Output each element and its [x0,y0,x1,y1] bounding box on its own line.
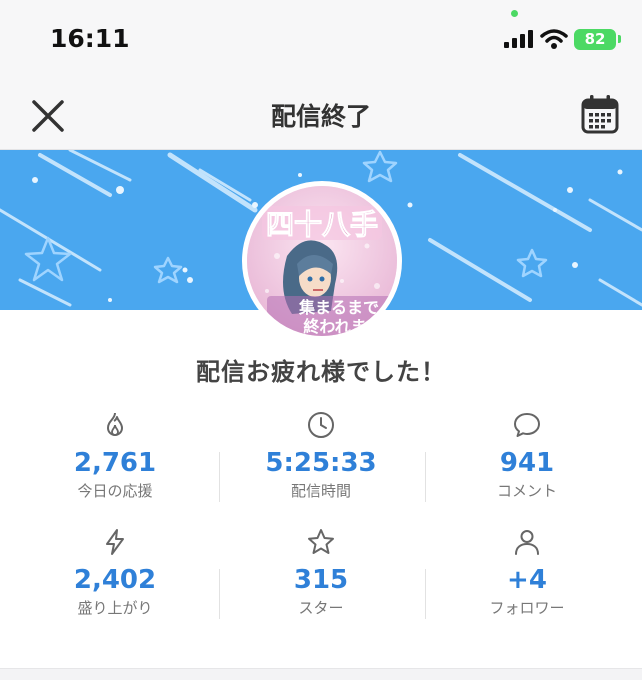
stat-label: 今日の応援 [77,482,153,500]
stream-ended-message: 配信お疲れ様でした！ [196,358,446,386]
stat-label: コメント [496,482,557,500]
page-title: 配信終了 [270,102,371,131]
stat-label: フォロワー [489,599,565,617]
streamer-avatar: 四十八手 集まるまで 終われま [242,181,402,341]
comment-icon [514,413,540,437]
battery-indicator: 82 [574,29,616,50]
privacy-indicator-dot [511,10,518,17]
cellular-signal-icon [504,30,533,48]
battery-cap [618,35,621,43]
stat-value: 941 [499,448,555,478]
clock-icon [308,412,334,438]
stat-value: 2,402 [73,565,157,595]
person-icon [515,530,539,555]
lightning-icon [106,529,124,555]
stat-value: 315 [293,565,349,595]
flame-icon [107,412,123,436]
stat-comments: 941 コメント [420,410,634,500]
status-time: 16:11 [50,24,130,53]
section-separator [0,668,642,680]
avatar-title-text: 四十八手 [266,208,378,241]
star-icon [308,529,334,554]
battery-level: 82 [584,30,606,48]
navigation-bar: 配信終了 [0,80,642,150]
stat-value: +4 [507,565,547,595]
stat-label: スター [298,599,344,617]
avatar-subtitle-text-1: 集まるまで [298,298,379,317]
stat-excitement: 2,402 盛り上がり [8,527,222,617]
stat-today-support: 2,761 今日の応援 [8,410,222,500]
stat-label: 盛り上がり [77,599,153,617]
stat-value: 5:25:33 [265,448,377,478]
stat-stars: 315 スター [214,527,428,617]
stat-followers: +4 フォロワー [420,527,634,617]
stat-value: 2,761 [73,448,157,478]
stat-stream-time: 5:25:33 配信時間 [214,410,428,500]
stat-label: 配信時間 [290,482,351,500]
avatar-subtitle-text-2: 終われま [303,317,366,336]
wifi-icon [540,29,568,49]
status-bar: 16:11 82 [0,0,642,80]
calendar-icon[interactable] [580,93,620,135]
